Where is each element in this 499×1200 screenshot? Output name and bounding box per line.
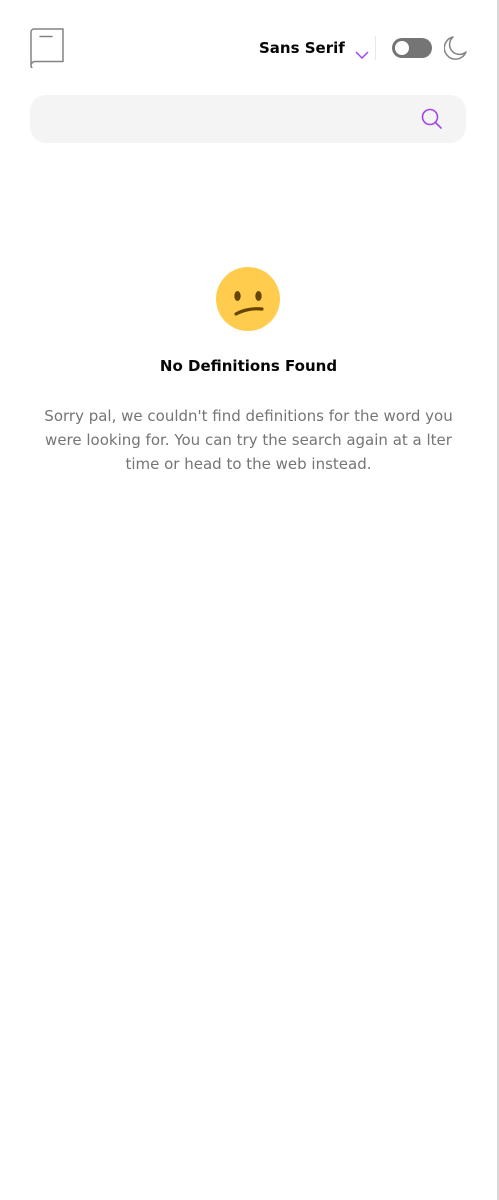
empty-state-message: Sorry pal, we couldn't find definitions … xyxy=(44,407,453,473)
dictionary-app: Sans Serif No Definitions Found Sorry pa… xyxy=(0,0,499,1200)
search-icon[interactable] xyxy=(421,108,443,130)
font-select-label: Sans Serif xyxy=(259,39,345,57)
confused-face-emoji xyxy=(216,267,280,331)
chevron-down-icon xyxy=(355,44,369,60)
theme-toggle-knob xyxy=(395,41,409,55)
moon-icon xyxy=(443,36,467,60)
search-input[interactable] xyxy=(54,95,414,143)
book-icon xyxy=(30,28,66,71)
header-divider xyxy=(375,36,376,60)
theme-toggle[interactable] xyxy=(392,38,432,58)
search-bar xyxy=(30,95,466,143)
app-header: Sans Serif xyxy=(30,28,467,71)
empty-state-title: No Definitions Found xyxy=(159,357,338,375)
font-select[interactable]: Sans Serif xyxy=(259,36,369,60)
